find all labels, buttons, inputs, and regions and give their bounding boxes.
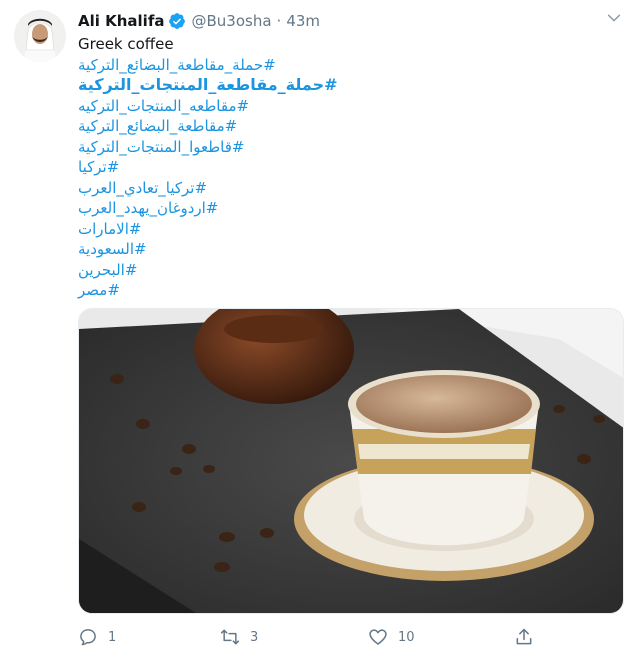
tweet-caption: Greek coffee: [78, 35, 174, 53]
hashtag-link[interactable]: #مقاطعة_البضائع_التركية: [78, 116, 237, 137]
tweet-header: Ali Khalifa @Bu3osha · 43m: [78, 10, 320, 32]
coffee-photo: [79, 309, 623, 613]
reply-icon: [80, 629, 96, 646]
hashtag-link[interactable]: #حملة_مقاطعة_المنتجات_التركية: [78, 75, 338, 96]
hashtag-link[interactable]: #مقاطعه_المنتجات_التركيه: [78, 96, 249, 117]
separator-dot: ·: [276, 12, 282, 30]
hashtag-link[interactable]: #البحرين: [78, 260, 137, 281]
avatar[interactable]: [14, 10, 66, 62]
tweet-media[interactable]: [78, 308, 624, 614]
tweet-actions: 1 3 10: [78, 624, 618, 650]
hashtag-link[interactable]: #تركيا: [78, 157, 119, 178]
tweet[interactable]: Ali Khalifa @Bu3osha · 43m Greek coffee …: [0, 0, 640, 657]
hashtag-link[interactable]: #حملة_مقاطعة_البضائع_التركية: [78, 55, 276, 76]
author-name[interactable]: Ali Khalifa: [78, 12, 164, 30]
author-handle[interactable]: @Bu3osha: [191, 12, 271, 30]
retweet-button[interactable]: 3: [220, 624, 258, 650]
verified-badge-icon: [169, 13, 186, 29]
reply-button[interactable]: 1: [78, 624, 116, 650]
like-button[interactable]: 10: [368, 624, 415, 650]
retweet-icon: [220, 629, 240, 645]
chevron-down-icon[interactable]: [606, 10, 622, 26]
hashtag-link[interactable]: #الامارات: [78, 219, 141, 240]
tweet-text: Greek coffee #حملة_مقاطعة_البضائع_التركي…: [78, 34, 618, 301]
share-button[interactable]: [514, 624, 544, 650]
hashtag-link[interactable]: #مصر: [78, 280, 120, 301]
reply-count: 1: [108, 629, 117, 645]
hashtag-link[interactable]: #السعودية: [78, 239, 147, 260]
avatar-image: [14, 10, 66, 62]
hashtag-link[interactable]: #قاطعوا_المنتجات_التركية: [78, 137, 245, 158]
hashtag-list: #حملة_مقاطعة_البضائع_التركية #حملة_مقاطعة…: [78, 55, 618, 301]
tweet-time[interactable]: 43m: [286, 12, 320, 30]
heart-icon: [369, 629, 387, 645]
like-count: 10: [398, 629, 415, 645]
hashtag-link[interactable]: #تركيا_تعادي_العرب: [78, 178, 207, 199]
hashtag-link[interactable]: #اردوغان_يهدد_العرب: [78, 198, 218, 219]
share-icon: [516, 628, 532, 645]
retweet-count: 3: [250, 629, 259, 645]
